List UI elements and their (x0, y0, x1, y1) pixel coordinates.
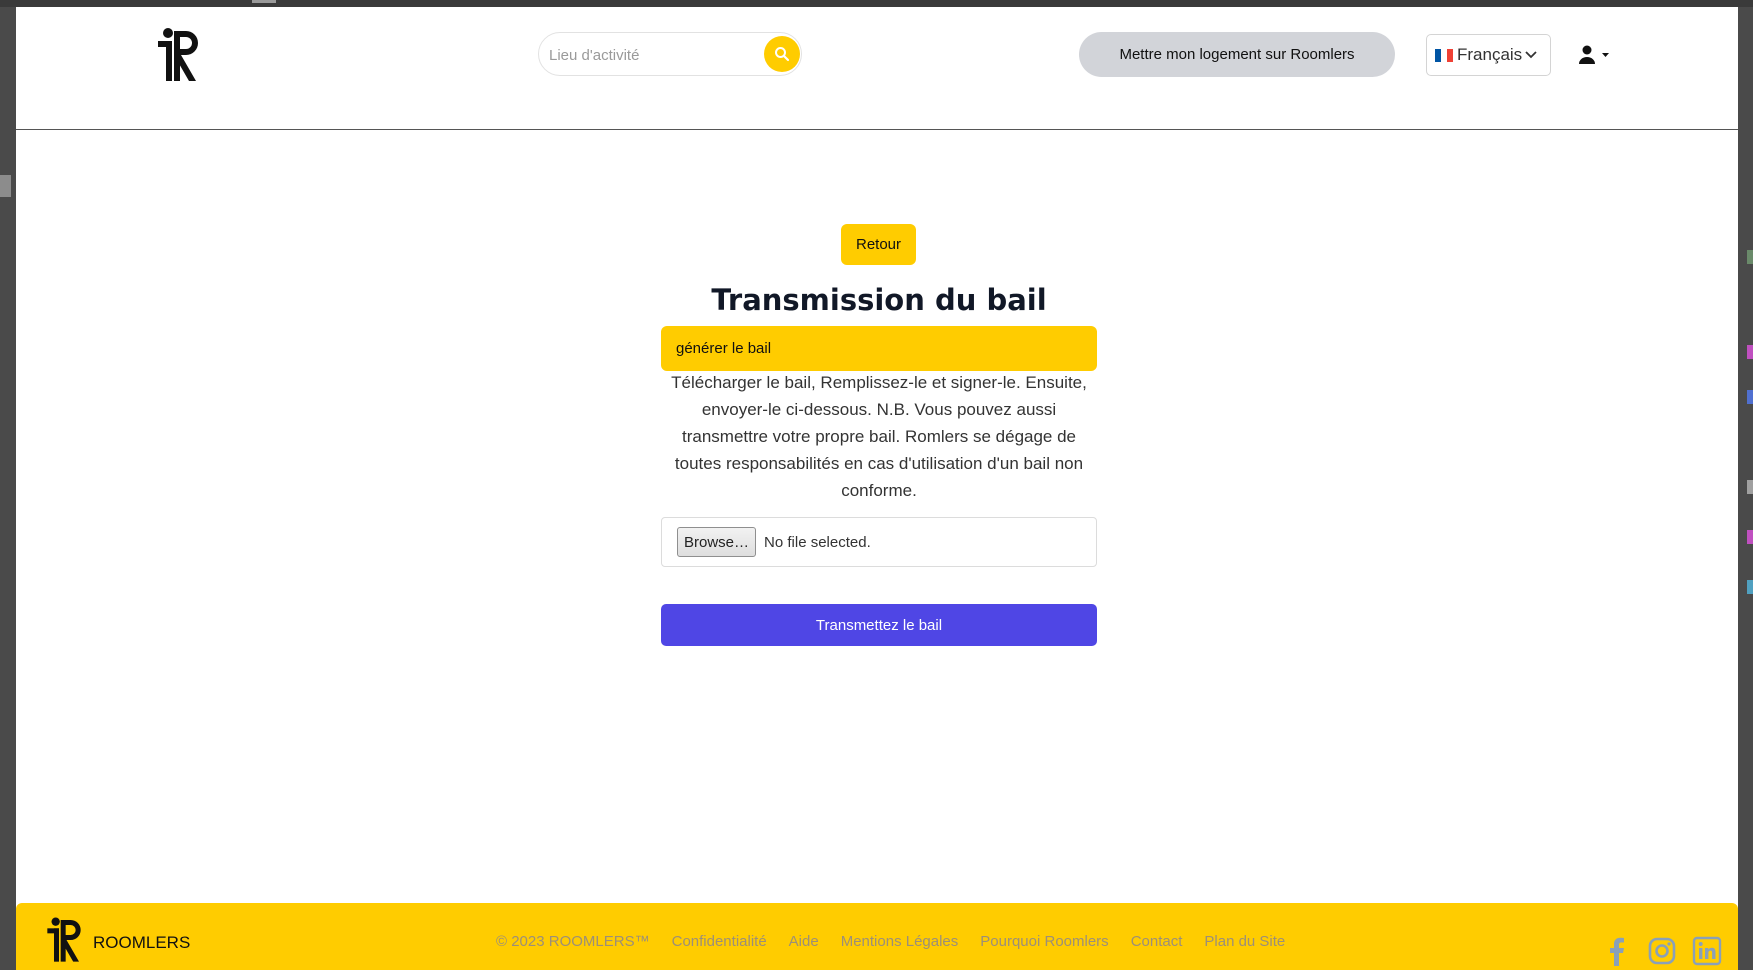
browse-button[interactable]: Browse… (677, 527, 757, 557)
edge-mark (1747, 480, 1753, 494)
footer-link-why[interactable]: Pourquoi Roomlers (980, 933, 1108, 950)
roomlers-footer-logo[interactable] (44, 911, 84, 969)
edge-mark (1747, 530, 1753, 544)
page: Mettre mon logement sur Roomlers Françai… (16, 7, 1738, 970)
footer-link-help[interactable]: Aide (789, 933, 819, 950)
france-flag-icon (1435, 48, 1453, 62)
language-label: Français (1457, 45, 1523, 64)
edge-mark (1747, 390, 1753, 404)
footer-copyright: © 2023 ROOMLERS™ (496, 933, 650, 950)
instructions-text: Télécharger le bail, Remplissez-le et si… (671, 373, 1087, 500)
generate-lease-button[interactable]: générer le bail (661, 326, 1097, 371)
right-edge-marks (1745, 150, 1753, 650)
footer-links: © 2023 ROOMLERS™ Confidentialité Aide Me… (496, 933, 1285, 950)
search-button[interactable] (764, 36, 800, 72)
footer-link-legal[interactable]: Mentions Légales (841, 933, 959, 950)
search-bar (538, 32, 802, 76)
instagram-icon[interactable] (1647, 936, 1677, 966)
search-input[interactable] (547, 41, 761, 69)
scrollbar-thumb[interactable] (0, 175, 11, 197)
edge-mark (1747, 580, 1753, 594)
site-footer: ROOMLERS © 2023 ROOMLERS™ Confidentialit… (16, 903, 1738, 970)
linkedin-icon[interactable] (1692, 936, 1722, 966)
language-select[interactable]: Français (1426, 34, 1551, 76)
edge-mark (1747, 345, 1753, 359)
edge-mark (1747, 250, 1753, 264)
window-top-strip (0, 0, 1753, 7)
footer-link-sitemap[interactable]: Plan du Site (1204, 933, 1285, 950)
search-icon (775, 47, 790, 62)
roomlers-logo[interactable] (154, 23, 202, 87)
chevron-down-icon (1525, 51, 1537, 59)
back-button[interactable]: Retour (841, 224, 916, 265)
user-menu-icon[interactable] (1578, 45, 1614, 65)
submit-lease-button[interactable]: Transmettez le bail (661, 604, 1097, 646)
file-status: No file selected. (764, 533, 871, 551)
file-upload-field[interactable]: Browse… No file selected. (661, 517, 1097, 567)
footer-brand: ROOMLERS (93, 933, 191, 952)
facebook-icon[interactable] (1602, 936, 1632, 966)
page-title: Transmission du bail (711, 283, 1047, 317)
window-tab-indicator (252, 0, 276, 3)
list-property-button[interactable]: Mettre mon logement sur Roomlers (1079, 32, 1395, 77)
footer-link-privacy[interactable]: Confidentialité (672, 933, 767, 950)
footer-link-contact[interactable]: Contact (1131, 933, 1183, 950)
site-header: Mettre mon logement sur Roomlers Françai… (16, 7, 1738, 130)
